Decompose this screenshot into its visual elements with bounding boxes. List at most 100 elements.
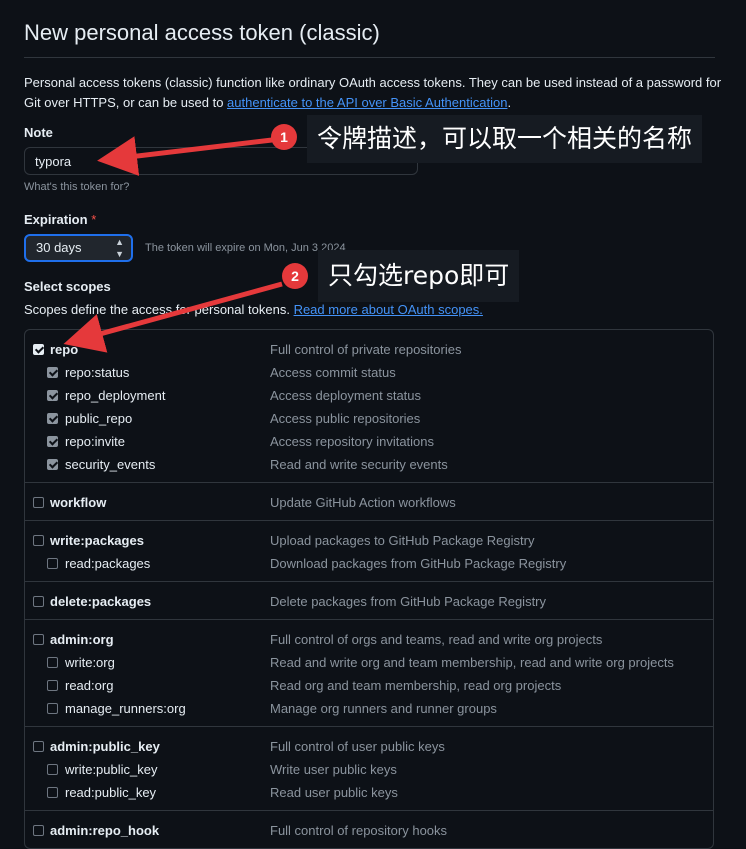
expiration-label: Expiration * (24, 212, 96, 227)
scope-description: Write user public keys (270, 762, 397, 777)
scope-subrow: repo_deployment Access deployment status (25, 385, 713, 408)
page-title: New personal access token (classic) (24, 20, 380, 45)
scope-checkbox[interactable] (33, 344, 44, 355)
scope-description: Delete packages from GitHub Package Regi… (270, 594, 547, 609)
scope-name: repo (50, 342, 79, 357)
required-mark: * (91, 212, 97, 227)
scope-subrow: repo:status Access commit status (25, 362, 713, 385)
scope-row: admin:repo_hook Full control of repositor… (25, 820, 713, 843)
scope-name: write:packages (50, 533, 144, 548)
scope-checkbox[interactable] (47, 787, 58, 798)
scope-name: read:org (65, 678, 114, 693)
scope-name: delete:packages (50, 594, 152, 609)
scope-description: Full control of user public keys (270, 739, 445, 754)
annotation-badge-1: 1 (271, 124, 297, 150)
scope-description: Full control of repository hooks (270, 823, 448, 838)
scope-checkbox[interactable] (47, 459, 58, 470)
note-label: Note (24, 125, 53, 140)
scope-name: write:public_key (65, 762, 158, 777)
scope-description: Upload packages to GitHub Package Regist… (270, 533, 535, 548)
scope-name: write:org (65, 655, 115, 670)
scope-description: Update GitHub Action workflows (270, 495, 456, 510)
intro-end: . (507, 95, 512, 110)
scope-checkbox[interactable] (33, 497, 44, 508)
scope-row: write:packages Upload packages to GitHub … (25, 530, 713, 553)
expiration-label-text: Expiration (24, 212, 88, 227)
scope-group: write:packages Upload packages to GitHub … (25, 521, 713, 582)
scope-name: repo:status (65, 365, 130, 380)
scope-checkbox[interactable] (47, 390, 58, 401)
annotation-badge-2: 2 (282, 263, 308, 289)
scope-group: admin:repo_hook Full control of repositor… (25, 811, 713, 848)
scope-checkbox[interactable] (47, 680, 58, 691)
scope-group: workflow Update GitHub Action workflows (25, 483, 713, 521)
scope-checkbox[interactable] (47, 367, 58, 378)
scope-row: repo Full control of private repositories (25, 339, 713, 362)
scope-description: Read and write security events (270, 457, 448, 472)
scope-subrow: public_repo Access public repositories (25, 408, 713, 431)
scope-description: Access commit status (270, 365, 396, 380)
chevron-updown-icon: ▲ ▼ (115, 237, 124, 259)
scopes-desc-text: Scopes define the access for personal to… (24, 302, 290, 317)
scope-subrow: read:org Read org and team membership, re… (25, 675, 713, 698)
scope-description: Read org and team membership, read org p… (270, 678, 562, 693)
scope-description: Manage org runners and runner groups (270, 701, 497, 716)
expiration-hint: The token will expire on Mon, Jun 3 2024 (145, 242, 346, 254)
scope-row: workflow Update GitHub Action workflows (25, 492, 713, 515)
scope-subrow: repo:invite Access repository invitations (25, 431, 713, 454)
scope-group: repo Full control of private repositories… (25, 330, 713, 483)
oauth-scopes-link[interactable]: Read more about OAuth scopes. (294, 302, 483, 317)
scope-name: repo_deployment (65, 388, 166, 403)
scope-subrow: read:public_key Read user public keys (25, 782, 713, 805)
expiration-select[interactable]: 30 days ▲ ▼ (24, 234, 133, 262)
scope-subrow: manage_runners:org Manage org runners and… (25, 698, 713, 721)
title-divider (24, 57, 715, 58)
scope-name: manage_runners:org (65, 701, 186, 716)
scope-description: Access repository invitations (270, 434, 435, 449)
scope-row: admin:public_key Full control of user pub… (25, 736, 713, 759)
scope-checkbox[interactable] (47, 436, 58, 447)
expiration-value: 30 days (36, 240, 82, 255)
scope-name: read:public_key (65, 785, 157, 800)
scope-group: delete:packages Delete packages from GitH… (25, 582, 713, 620)
scope-description: Full control of private repositories (270, 342, 462, 357)
scope-name: admin:repo_hook (50, 823, 160, 838)
scope-description: Access deployment status (270, 388, 422, 403)
scope-row: delete:packages Delete packages from GitH… (25, 591, 713, 614)
scope-checkbox[interactable] (47, 703, 58, 714)
scope-checkbox[interactable] (47, 558, 58, 569)
scope-description: Full control of orgs and teams, read and… (270, 632, 603, 647)
scope-name: workflow (50, 495, 107, 510)
scope-checkbox[interactable] (33, 741, 44, 752)
scope-description: Download packages from GitHub Package Re… (270, 556, 567, 571)
scope-subrow: security_events Read and write security e… (25, 454, 713, 477)
annotation-callout-1: 令牌描述，可以取一个相关的名称 (307, 115, 703, 163)
scope-subrow: write:public_key Write user public keys (25, 759, 713, 782)
scope-subrow: write:org Read and write org and team mem… (25, 652, 713, 675)
scope-checkbox[interactable] (33, 535, 44, 546)
scope-row: admin:org Full control of orgs and teams,… (25, 629, 713, 652)
annotation-callout-2: 只勾选repo即可 (318, 250, 520, 302)
scope-name: security_events (65, 457, 156, 472)
basic-auth-link[interactable]: authenticate to the API over Basic Authe… (227, 95, 507, 110)
note-hint: What's this token for? (24, 181, 130, 193)
scope-group: admin:org Full control of orgs and teams,… (25, 620, 713, 727)
scope-subrow: read:packages Download packages from GitH… (25, 553, 713, 576)
scopes-list: repo Full control of private repositories… (24, 329, 714, 849)
scope-description: Read user public keys (270, 785, 398, 800)
scope-checkbox[interactable] (47, 413, 58, 424)
scope-name: public_repo (65, 411, 133, 426)
scope-name: admin:public_key (50, 739, 160, 754)
scope-checkbox[interactable] (33, 596, 44, 607)
scope-group: admin:public_key Full control of user pub… (25, 727, 713, 811)
scope-checkbox[interactable] (33, 825, 44, 836)
scope-checkbox[interactable] (47, 657, 58, 668)
intro-text: Personal access tokens (classic) functio… (24, 73, 724, 113)
scopes-label: Select scopes (24, 279, 111, 294)
scope-checkbox[interactable] (47, 764, 58, 775)
scope-description: Read and write org and team membership, … (270, 655, 674, 670)
scope-checkbox[interactable] (33, 634, 44, 645)
scope-name: repo:invite (65, 434, 125, 449)
scopes-description: Scopes define the access for personal to… (24, 302, 483, 317)
scope-name: admin:org (50, 632, 114, 647)
